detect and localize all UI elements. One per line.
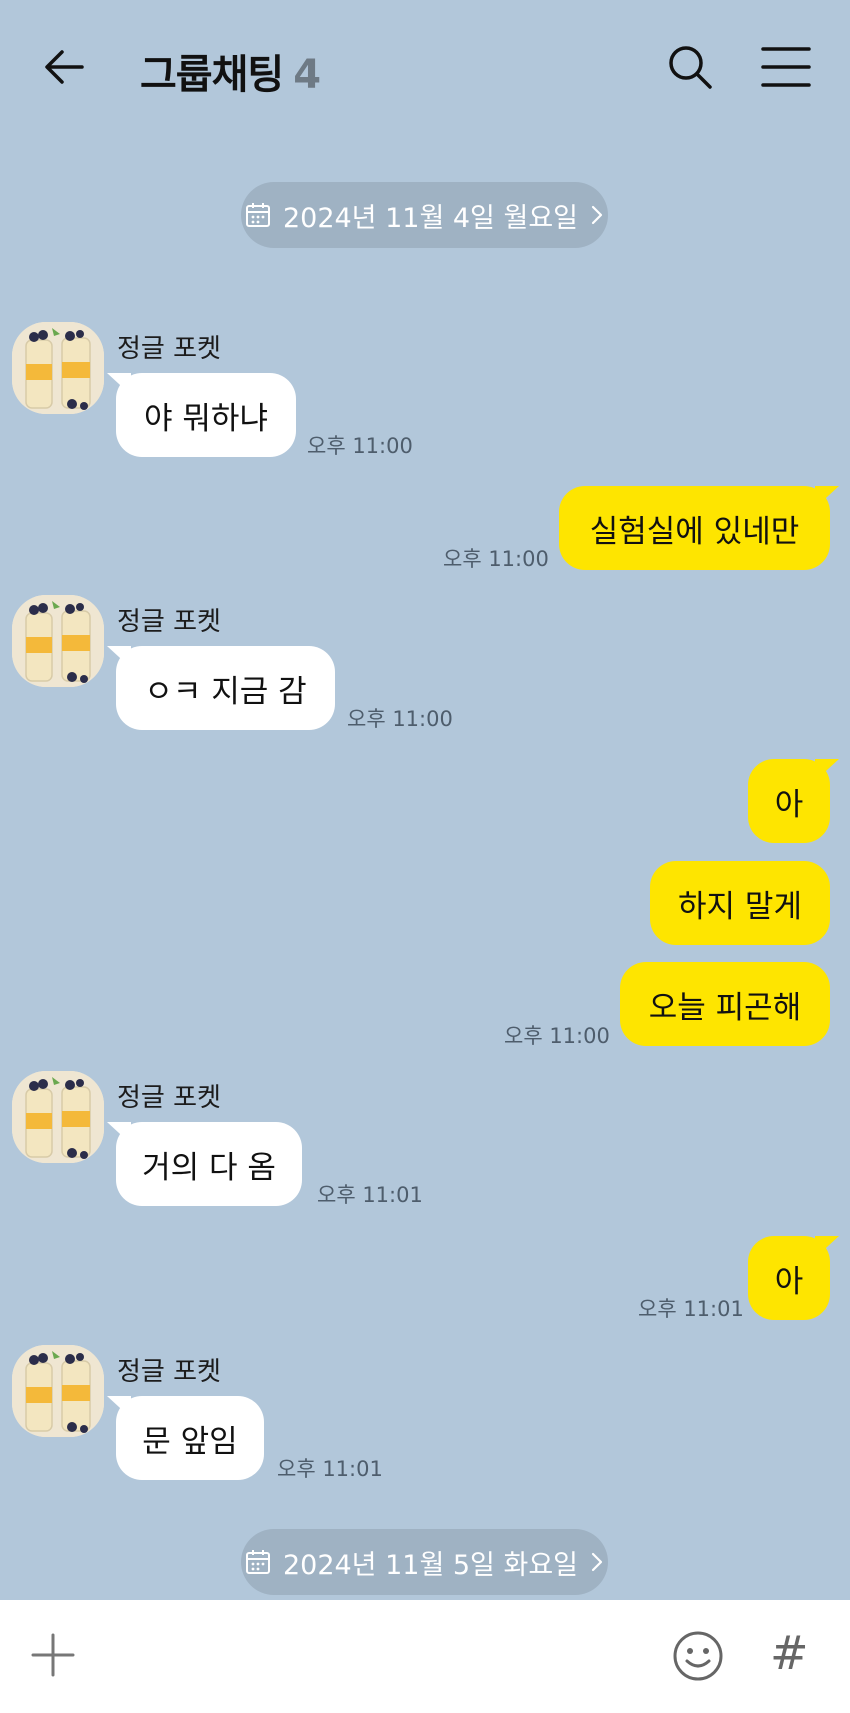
- message-time: 오후 11:00: [443, 547, 549, 571]
- message-time: 오후 11:01: [277, 1457, 383, 1481]
- date-separator[interactable]: 2024년 11월 5일 화요일: [241, 1529, 608, 1595]
- sender-name: 정글 포켓: [117, 334, 221, 364]
- back-button[interactable]: [40, 42, 100, 92]
- message-bubble-incoming[interactable]: 야 뭐하냐: [107, 373, 296, 457]
- message-time: 오후 11:00: [307, 434, 413, 458]
- sender-name: 정글 포켓: [117, 607, 221, 637]
- emoji-button[interactable]: [672, 1630, 724, 1682]
- message-bubble-incoming[interactable]: 문 앞임: [107, 1396, 264, 1480]
- message-text: 야 뭐하냐: [144, 400, 268, 437]
- menu-icon: [761, 47, 811, 87]
- message-bubble-incoming[interactable]: ㅇㅋ 지금 감: [107, 646, 335, 730]
- avatar-image: [12, 1345, 104, 1437]
- avatar[interactable]: [12, 1071, 104, 1163]
- message-time: 오후 11:01: [317, 1183, 423, 1207]
- sender-name: 정글 포켓: [117, 1083, 221, 1113]
- message-text: 실험실에 있네만: [589, 513, 800, 550]
- message-text: 거의 다 옴: [142, 1149, 276, 1186]
- message-bubble-outgoing[interactable]: 아: [748, 1236, 839, 1320]
- message-time: 오후 11:01: [638, 1297, 744, 1321]
- date-label: 2024년 11월 4일 월요일: [282, 202, 579, 234]
- message-bubble-outgoing[interactable]: 아: [748, 759, 839, 843]
- chevron-right-icon: [591, 205, 603, 225]
- avatar-image: [12, 322, 104, 414]
- message-bubble-outgoing[interactable]: 오늘 피곤해: [620, 962, 830, 1046]
- avatar-image: [12, 595, 104, 687]
- search-icon: [669, 46, 712, 89]
- message-bubble-outgoing[interactable]: 실험실에 있네만: [559, 486, 839, 570]
- chat-title-text: 그룹채팅: [140, 52, 284, 98]
- date-label: 2024년 11월 5일 화요일: [282, 1549, 579, 1581]
- avatar[interactable]: [12, 322, 104, 414]
- avatar[interactable]: [12, 595, 104, 687]
- message-bubble-outgoing[interactable]: 하지 말게: [650, 861, 830, 945]
- sender-name: 정글 포켓: [117, 1357, 221, 1387]
- message-bubble-incoming[interactable]: 거의 다 옴: [107, 1122, 302, 1206]
- message-time: 오후 11:00: [504, 1024, 610, 1048]
- message-text: 오늘 피곤해: [648, 989, 802, 1026]
- message-text: 하지 말게: [678, 888, 802, 925]
- chat-header: 그룹채팅 4: [0, 0, 850, 130]
- calendar-icon: [245, 203, 270, 227]
- calendar-icon: [245, 1550, 270, 1574]
- back-arrow-icon: [45, 50, 84, 84]
- emoji-icon: [673, 1631, 723, 1681]
- chevron-right-icon: [591, 1552, 603, 1572]
- menu-button[interactable]: [760, 44, 812, 90]
- search-button[interactable]: [665, 42, 715, 92]
- hashtag-button[interactable]: #: [770, 1626, 809, 1680]
- avatar-image: [12, 1071, 104, 1163]
- composer-bar: #: [0, 1600, 850, 1713]
- member-count: 4: [293, 52, 321, 98]
- message-text: ㅇㅋ 지금 감: [144, 673, 307, 710]
- message-time: 오후 11:00: [347, 707, 453, 731]
- message-text: 문 앞임: [142, 1423, 238, 1460]
- message-text: 아: [774, 1263, 804, 1300]
- avatar[interactable]: [12, 1345, 104, 1437]
- attach-button[interactable]: [30, 1632, 76, 1678]
- date-separator[interactable]: 2024년 11월 4일 월요일: [241, 182, 608, 248]
- chat-title: 그룹채팅 4: [140, 42, 321, 100]
- plus-icon: [31, 1633, 75, 1677]
- message-text: 아: [774, 786, 804, 823]
